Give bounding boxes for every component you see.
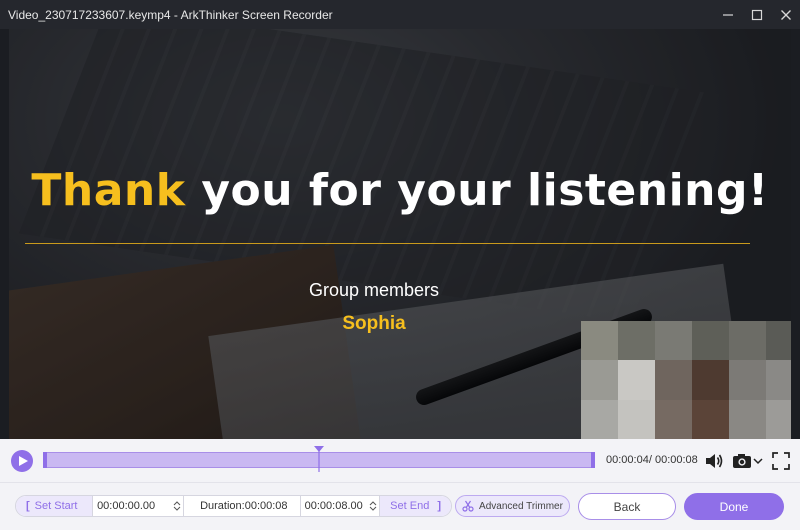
end-time-field[interactable]: 00:00:08.00 [299,496,364,516]
set-end-button[interactable]: Set End ] [379,496,451,516]
mosaic-tile [581,399,618,439]
trim-toolbar: [ Set Start 00:00:00.00 Duration:00:00:0… [0,482,800,530]
bracket-left-icon: [ [26,500,30,512]
end-time-value: 00:00:08.00 [304,500,363,512]
chevron-down-icon[interactable] [173,506,181,512]
start-time-field[interactable]: 00:00:00.00 [92,496,171,516]
mosaic-tile [581,360,618,400]
mosaic-tile [729,321,766,361]
mosaic-tile [692,321,729,361]
mosaic-tile [655,321,692,361]
time-readout: 00:00:04/ 00:00:08 [606,454,698,466]
mosaic-tile [692,360,729,400]
time-total: 00:00:08 [654,454,698,466]
volume-icon[interactable] [704,451,724,471]
slide-headline: Thank you for your listening! [9,165,791,216]
slide-divider [25,243,750,244]
video-preview[interactable]: Thank you for your listening! Group memb… [9,29,791,439]
mosaic-tile [618,321,655,361]
close-icon[interactable] [771,0,800,29]
player-controls: 00:00:04/ 00:00:08 [0,439,800,482]
back-button[interactable]: Back [578,493,676,520]
trim-start-handle[interactable] [43,452,47,468]
set-start-label: Set Start [34,500,78,512]
chevron-down-icon[interactable] [369,506,377,512]
mosaic-tile [766,321,791,361]
set-end-label: Set End [390,500,430,512]
mosaic-tile [766,399,791,439]
group-members-label: Group members [308,280,440,300]
trim-controls: [ Set Start 00:00:00.00 Duration:00:00:0… [15,495,452,517]
play-icon [19,456,28,466]
title-bar: Video_230717233607.keymp4 - ArkThinker S… [0,0,800,29]
camera-icon[interactable] [732,451,752,471]
minimize-icon[interactable] [713,0,742,29]
start-time-value: 00:00:00.00 [97,500,156,512]
webcam-mosaic [581,321,791,439]
bracket-right-icon: ] [437,500,441,512]
window-controls [713,0,800,29]
end-time-stepper[interactable] [368,496,380,516]
maximize-icon[interactable] [742,0,771,29]
play-button[interactable] [11,450,33,472]
scissors-icon [462,500,474,512]
duration-label: Duration:00:00:08 [200,500,288,512]
mosaic-tile [618,399,655,439]
headline-rest: you for your listening! [185,165,769,216]
mosaic-tile [729,399,766,439]
mosaic-tile [618,360,655,400]
duration-display: Duration:00:00:08 [183,496,300,516]
advanced-trimmer-label: Advanced Trimmer [479,500,563,512]
playhead[interactable] [314,446,324,472]
start-time-stepper[interactable] [171,496,183,516]
mosaic-tile [581,321,618,361]
chevron-down-icon[interactable] [753,451,763,471]
mosaic-tile [729,360,766,400]
window-title: Video_230717233607.keymp4 - ArkThinker S… [8,7,333,22]
set-start-button[interactable]: [ Set Start [16,496,93,516]
mosaic-tile [692,399,729,439]
headline-highlight: Thank [31,165,186,216]
advanced-trimmer-button[interactable]: Advanced Trimmer [455,495,570,517]
done-button[interactable]: Done [684,493,784,520]
fullscreen-icon[interactable] [772,451,790,471]
mosaic-tile [655,360,692,400]
mosaic-tile [766,360,791,400]
time-current: 00:00:04 [606,454,649,466]
trim-end-handle[interactable] [591,452,595,468]
mosaic-tile [655,399,692,439]
